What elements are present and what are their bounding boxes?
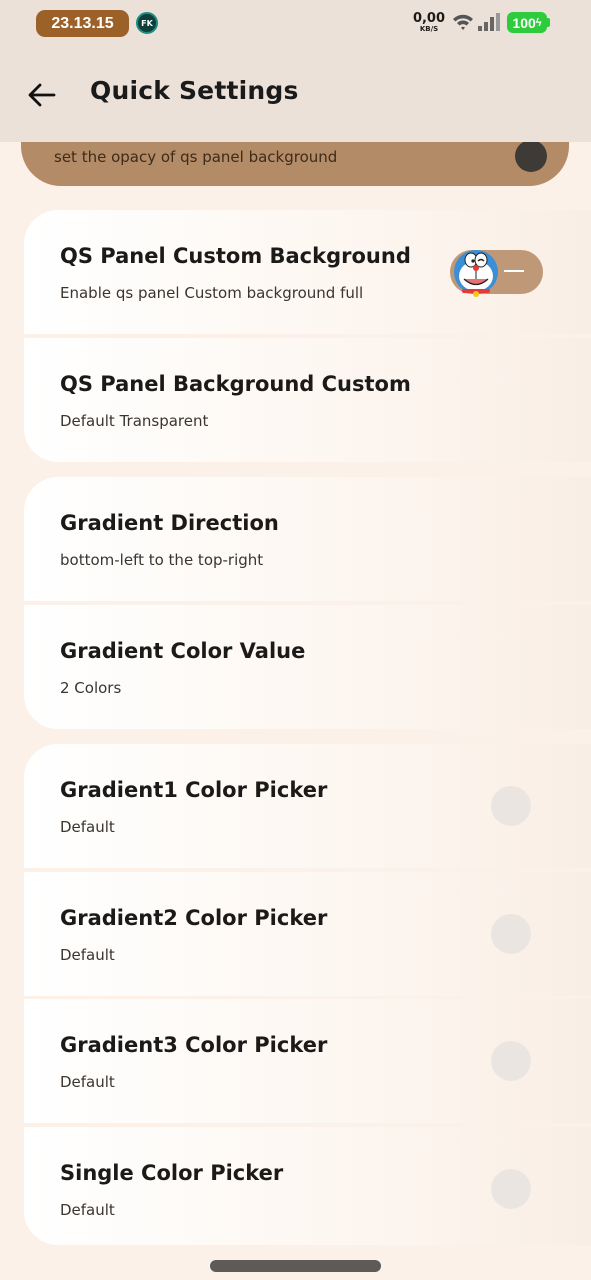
- status-bar: 23.13.15 FK 0,00 KB/S 100 ϟ: [0, 0, 591, 48]
- setting-title: Gradient Direction: [60, 511, 279, 535]
- fk-app-icon: FK: [136, 12, 158, 34]
- battery-nub: [547, 18, 550, 27]
- opacity-slider-thumb[interactable]: [515, 142, 547, 172]
- network-speed: 0,00 KB/S: [412, 12, 446, 33]
- setting-gradient1-color-picker[interactable]: Gradient1 Color Picker Default: [24, 744, 591, 868]
- setting-gradient3-color-picker[interactable]: Gradient3 Color Picker Default: [24, 999, 591, 1123]
- page-title: Quick Settings: [90, 76, 299, 105]
- setting-title: Gradient2 Color Picker: [60, 906, 328, 930]
- battery-indicator: 100 ϟ: [507, 12, 547, 33]
- setting-summary: Default: [60, 1201, 115, 1219]
- setting-summary: Default: [60, 946, 115, 964]
- network-speed-unit: KB/S: [419, 25, 439, 33]
- clock: 23.13.15: [36, 10, 129, 37]
- setting-title: Gradient Color Value: [60, 639, 306, 663]
- doraemon-toggle-thumb-icon: [454, 250, 498, 297]
- setting-summary: bottom-left to the top-right: [60, 551, 264, 569]
- setting-title: Gradient3 Color Picker: [60, 1033, 328, 1057]
- setting-title: QS Panel Background Custom: [60, 372, 411, 396]
- charging-bolt-icon: ϟ: [535, 16, 542, 29]
- setting-summary: Default: [60, 818, 115, 836]
- setting-gradient2-color-picker[interactable]: Gradient2 Color Picker Default: [24, 872, 591, 996]
- setting-summary: Default Transparent: [60, 412, 209, 430]
- setting-summary: Enable qs panel Custom background full: [60, 284, 364, 302]
- setting-title: Single Color Picker: [60, 1161, 284, 1185]
- battery-level: 100: [512, 14, 536, 31]
- color-preview-swatch[interactable]: [491, 786, 531, 826]
- setting-title: Gradient1 Color Picker: [60, 778, 328, 802]
- settings-list[interactable]: set the opacy of qs panel background QS …: [0, 142, 591, 1280]
- color-preview-swatch[interactable]: [491, 914, 531, 954]
- setting-single-color-picker[interactable]: Single Color Picker Default: [24, 1127, 591, 1245]
- network-speed-value: 0,00: [412, 11, 446, 26]
- setting-summary: 2 Colors: [60, 679, 122, 697]
- setting-gradient-color-value[interactable]: Gradient Color Value 2 Colors: [24, 605, 591, 729]
- setting-gradient-direction[interactable]: Gradient Direction bottom-left to the to…: [24, 477, 591, 601]
- setting-qs-panel-custom-background[interactable]: QS Panel Custom Background Enable qs pan…: [24, 210, 591, 334]
- color-preview-swatch[interactable]: [491, 1041, 531, 1081]
- signal-icon: [478, 13, 500, 31]
- color-preview-swatch[interactable]: [491, 1169, 531, 1209]
- gesture-navigation-handle[interactable]: [210, 1260, 381, 1272]
- setting-title: QS Panel Custom Background: [60, 244, 411, 268]
- setting-summary: Default: [60, 1073, 115, 1091]
- custom-background-toggle[interactable]: [450, 250, 543, 297]
- arrow-back-icon[interactable]: [26, 79, 58, 111]
- wifi-icon: [453, 14, 473, 30]
- opacity-seekbar-card[interactable]: set the opacy of qs panel background: [21, 142, 569, 186]
- app-toolbar: Quick Settings: [0, 48, 591, 142]
- setting-qs-panel-background-custom[interactable]: QS Panel Background Custom Default Trans…: [24, 338, 591, 462]
- toggle-on-indicator: [504, 270, 524, 272]
- opacity-description: set the opacy of qs panel background: [54, 148, 338, 166]
